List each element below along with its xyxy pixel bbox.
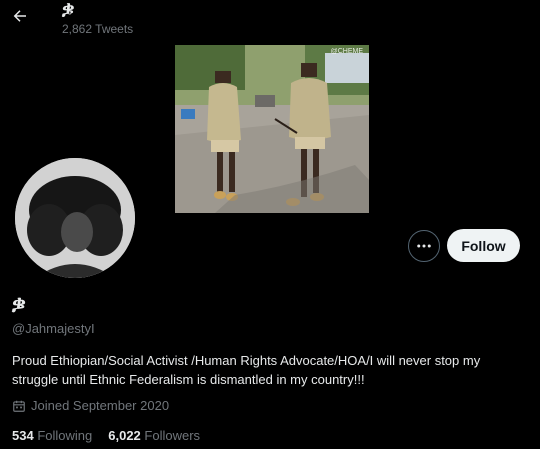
calendar-icon bbox=[13, 400, 25, 412]
banner-photo bbox=[175, 45, 369, 213]
followers-count: 6,022 bbox=[108, 428, 141, 443]
back-arrow-icon bbox=[13, 10, 26, 22]
back-button[interactable] bbox=[8, 4, 32, 28]
avatar[interactable] bbox=[12, 155, 138, 281]
follow-button[interactable]: Follow bbox=[447, 229, 520, 262]
follow-stats: 534 Following 6,022 Followers bbox=[12, 428, 200, 443]
followers-link[interactable]: 6,022 Followers bbox=[108, 428, 200, 443]
joined-date: Joined September 2020 bbox=[12, 398, 169, 413]
banner-watermark: @CHEME bbox=[330, 48, 363, 55]
joined-text: Joined September 2020 bbox=[31, 398, 170, 413]
header-tweet-count: 2,862 Tweets bbox=[62, 22, 134, 36]
following-count: 534 bbox=[12, 428, 34, 443]
profile-banner[interactable]: @CHEME bbox=[175, 45, 369, 213]
following-label: Following bbox=[37, 428, 93, 443]
profile-bio: Proud Ethiopian/Social Activist /Human R… bbox=[12, 353, 481, 387]
profile-display-name: ቌ bbox=[12, 290, 26, 314]
profile-header: ቌ 2,862 Tweets bbox=[0, 0, 540, 44]
avatar-photo bbox=[15, 158, 135, 278]
more-options-button[interactable] bbox=[408, 230, 440, 262]
header-display-name: ቌ bbox=[62, 0, 75, 19]
following-link[interactable]: 534 Following bbox=[12, 428, 92, 443]
followers-label: Followers bbox=[144, 428, 201, 443]
ellipsis-icon bbox=[417, 244, 431, 248]
profile-handle: @JahmajestyI bbox=[12, 321, 95, 336]
